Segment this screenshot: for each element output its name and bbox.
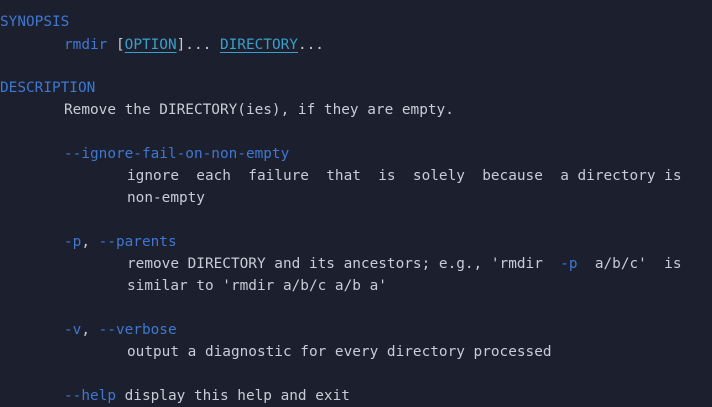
directory-link[interactable]: DIRECTORY (220, 37, 298, 53)
flag-p-short: -p (64, 234, 82, 250)
option-ignore-fail-desc-1: ignore each failure that is solely becau… (127, 168, 682, 184)
help-desc: display this help and exit (115, 388, 350, 404)
option-verbose-desc: output a diagnostic for every directory … (127, 344, 552, 360)
synopsis-bracket-open: [ (107, 37, 125, 53)
option-verbose: -v, --verbose (64, 319, 177, 341)
parents-desc-flag: -p (560, 256, 578, 272)
option-ignore-fail-desc-2: non-empty (127, 190, 205, 206)
option-parents: -p, --parents (64, 231, 177, 253)
option-parents-desc-2: similar to 'rmdir a/b/c a/b a' (127, 278, 387, 294)
synopsis-line: rmdir [OPTION]... DIRECTORY... (64, 34, 324, 56)
option-link[interactable]: OPTION (125, 37, 177, 53)
flag-verbose-long: --verbose (98, 322, 177, 338)
terminal-window[interactable]: SYNOPSIS rmdir [OPTION]... DIRECTORY... … (0, 0, 712, 407)
synopsis-ellipsis: ... (297, 37, 324, 53)
flag-parents-long: --parents (98, 234, 177, 250)
option-help: --help display this help and exit (64, 385, 350, 407)
synopsis-header: SYNOPSIS (0, 14, 70, 30)
description-text: Remove the DIRECTORY(ies), if they are e… (64, 102, 454, 118)
flag-v-short: -v (64, 322, 82, 338)
flag-separator: , (81, 234, 99, 250)
option-parents-desc-1: remove DIRECTORY and its ancestors; e.g.… (127, 253, 682, 275)
flag-separator: , (81, 322, 99, 338)
synopsis-bracket-close: ]... (176, 37, 220, 53)
parents-desc-pre: remove DIRECTORY and its ancestors; e.g.… (127, 256, 561, 272)
flag-help: --help (64, 388, 116, 404)
option-ignore-fail: --ignore-fail-on-non-empty (64, 146, 290, 162)
parents-desc-post: a/b/c' is (577, 256, 682, 272)
synopsis-command: rmdir (64, 37, 108, 53)
description-header: DESCRIPTION (0, 80, 96, 96)
